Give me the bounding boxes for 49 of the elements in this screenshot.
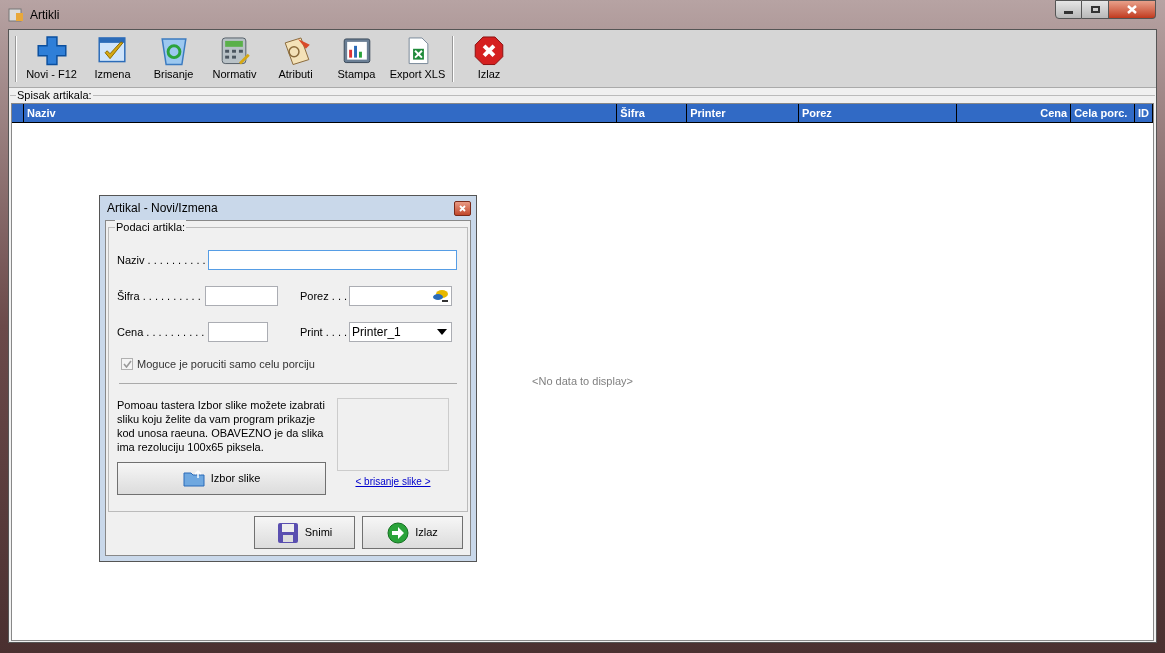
column-header[interactable]: Cela porc. — [1071, 104, 1135, 122]
choose-image-button[interactable]: Izbor slike — [117, 461, 326, 495]
text-field[interactable] — [208, 322, 269, 342]
toolbar-button[interactable]: Export XLS — [387, 32, 448, 85]
group-label: Spisak artikala: — [16, 88, 93, 102]
checkmark-icon — [122, 360, 132, 369]
field-label: Print . . . . — [300, 324, 348, 340]
toolbar-button[interactable]: Stampa — [326, 32, 387, 85]
field-label: Porez . . . — [300, 288, 348, 304]
printer-dropdown[interactable]: Printer_1 — [349, 322, 453, 342]
delete-image-link[interactable]: < brisanje slike > — [355, 473, 431, 489]
toolbar-button[interactable]: Novi - F12 — [21, 32, 82, 85]
lookup-field[interactable] — [349, 286, 453, 306]
close-icon — [459, 204, 466, 212]
column-header[interactable]: Naziv — [23, 104, 618, 122]
text-field[interactable] — [204, 286, 278, 306]
coins-icon — [432, 289, 450, 303]
info-text: Pomoau tastera Izbor slike možete izabrati sliku koju želite da vam program prikazje kod unosa raeuna. OBAVEZNO je da slika ima rezoluciju 100x65 piksela. — [117, 397, 326, 454]
checkbox-label: Moguce je poruciti samo celu porciju — [137, 357, 315, 372]
column-header[interactable]: Porez — [798, 104, 958, 122]
dialog-title: Artikal - Novi/Izmena — [107, 200, 218, 217]
close-icon — [1127, 5, 1137, 14]
text-field[interactable] — [207, 250, 457, 270]
plus-icon — [35, 34, 68, 66]
dialog-button[interactable]: Izlaz — [362, 516, 463, 549]
app-icon — [8, 6, 24, 23]
column-header[interactable]: Cena — [957, 104, 1072, 122]
window-title: Artikli — [30, 6, 60, 24]
close-icon — [473, 34, 505, 66]
toolbar-button[interactable]: Atributi — [265, 32, 326, 85]
empty-grid-message: <No data to display> — [532, 374, 633, 390]
minimize-button[interactable] — [1055, 0, 1082, 19]
folder-icon — [182, 469, 205, 487]
field-label: Naziv . . . . . . . . . . — [117, 252, 206, 268]
dialog-button[interactable]: Snimi — [254, 516, 355, 549]
field-label: Šifra . . . . . . . . . . — [117, 288, 201, 304]
toolbar-button[interactable]: Normativ — [204, 32, 265, 85]
column-header[interactable]: Printer — [687, 104, 799, 122]
toolbar-button[interactable]: Brisanje — [143, 32, 204, 85]
maximize-button[interactable] — [1082, 0, 1109, 19]
column-header[interactable]: Šifra — [617, 104, 688, 122]
column-header[interactable]: ID — [1135, 104, 1153, 122]
close-button[interactable] — [454, 200, 471, 216]
field-label: Cena . . . . . . . . . . — [117, 324, 205, 340]
close-button[interactable] — [1109, 0, 1156, 19]
toolbar-button[interactable]: Izmena — [82, 32, 143, 85]
toolbar-button[interactable]: Izlaz — [458, 32, 520, 85]
group-label: Podaci artikla: — [115, 220, 187, 234]
dropdown-caret-icon — [437, 329, 448, 335]
